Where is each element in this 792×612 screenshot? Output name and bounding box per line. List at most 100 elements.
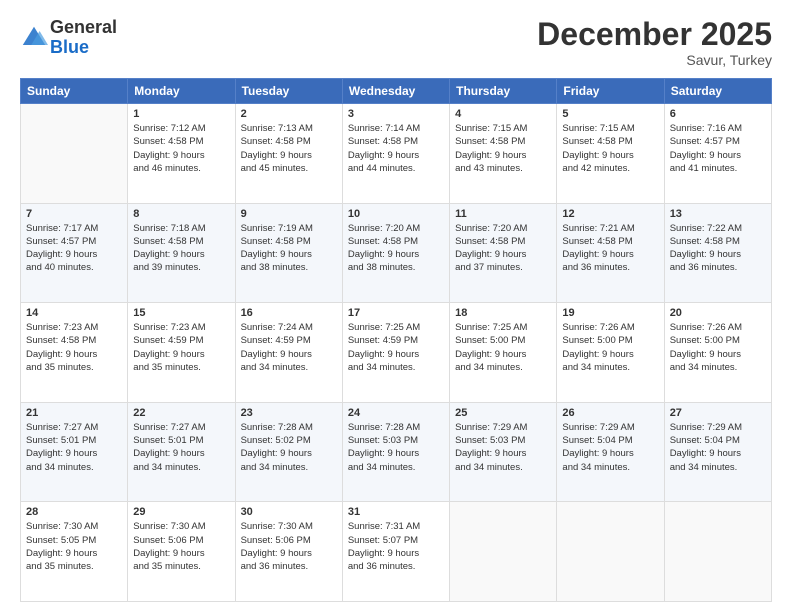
week-row-1: 1Sunrise: 7:12 AM Sunset: 4:58 PM Daylig… [21,104,772,204]
day-number: 11 [455,208,551,220]
col-header-wednesday: Wednesday [342,79,449,104]
day-info: Sunrise: 7:29 AM Sunset: 5:04 PM Dayligh… [670,421,766,474]
day-number: 24 [348,407,444,419]
day-cell: 4 Sunrise: 7:15 AM Sunset: 4:58 PM Daylig… [450,104,557,204]
page: General Blue December 2025 Savur, Turkey… [0,0,792,612]
day-cell: 31 Sunrise: 7:31 AM Sunset: 5:07 PM Dayli… [342,502,449,602]
location-subtitle: Savur, Turkey [537,52,772,68]
logo-general-text: General [50,18,117,38]
header-row: SundayMondayTuesdayWednesdayThursdayFrid… [21,79,772,104]
day-number: 18 [455,307,551,319]
day-number: 1 [133,108,229,120]
day-cell: 5 Sunrise: 7:15 AM Sunset: 4:58 PM Daylig… [557,104,664,204]
day-number: 26 [562,407,658,419]
day-cell: 24 Sunrise: 7:28 AM Sunset: 5:03 PM Dayli… [342,402,449,502]
week-row-5: 28 Sunrise: 7:30 AM Sunset: 5:05 PM Dayli… [21,502,772,602]
day-info: Sunrise: 7:30 AM Sunset: 5:05 PM Dayligh… [26,520,122,573]
day-number: 20 [670,307,766,319]
day-cell [21,104,128,204]
day-info: Sunrise: 7:26 AM Sunset: 5:00 PM Dayligh… [670,321,766,374]
day-info: Sunrise: 7:28 AM Sunset: 5:02 PM Dayligh… [241,421,337,474]
day-number: 29 [133,506,229,518]
day-info: Sunrise: 7:16 AM Sunset: 4:57 PM Dayligh… [670,122,766,175]
day-number: 10 [348,208,444,220]
day-cell: 21Sunrise: 7:27 AM Sunset: 5:01 PM Dayli… [21,402,128,502]
day-number: 2 [241,108,337,120]
day-cell: 14Sunrise: 7:23 AM Sunset: 4:58 PM Dayli… [21,303,128,403]
col-header-monday: Monday [128,79,235,104]
day-info: Sunrise: 7:28 AM Sunset: 5:03 PM Dayligh… [348,421,444,474]
day-info: Sunrise: 7:20 AM Sunset: 4:58 PM Dayligh… [348,222,444,275]
day-number: 12 [562,208,658,220]
col-header-sunday: Sunday [21,79,128,104]
day-number: 21 [26,407,122,419]
week-row-4: 21 Sunrise: 7:27 AM Sunset: 5:01 PM Dayli… [21,402,772,502]
col-header-friday: Friday [557,79,664,104]
day-number: 23 [241,407,337,419]
day-number: 7 [26,208,122,220]
day-cell: 26 Sunrise: 7:29 AM Sunset: 5:04 PM Dayli… [557,402,664,502]
day-info: Sunrise: 7:27 AM Sunset: 5:01 PM Dayligh… [133,421,229,474]
day-info: Sunrise: 7:31 AM Sunset: 5:07 PM Dayligh… [348,520,444,573]
day-info: Sunrise: 7:20 AM Sunset: 4:58 PM Dayligh… [455,222,551,275]
day-number: 17 [348,307,444,319]
day-cell: 7 Sunrise: 7:17 AM Sunset: 4:57 PM Daylig… [21,203,128,303]
day-cell: 11 Sunrise: 7:20 AM Sunset: 4:58 PM Dayli… [450,203,557,303]
day-number: 28 [26,506,122,518]
day-info: Sunrise: 7:26 AM Sunset: 5:00 PM Dayligh… [562,321,658,374]
day-cell: 10 Sunrise: 7:20 AM Sunset: 4:58 PM Dayli… [342,203,449,303]
day-cell: 17 Sunrise: 7:25 AM Sunset: 4:59 PM Dayli… [342,303,449,403]
header: General Blue December 2025 Savur, Turkey [20,18,772,68]
day-info: Sunrise: 7:30 AM Sunset: 5:06 PM Dayligh… [241,520,337,573]
day-number: 3 [348,108,444,120]
day-info: Sunrise: 7:15 AM Sunset: 4:58 PM Dayligh… [562,122,658,175]
calendar-table: SundayMondayTuesdayWednesdayThursdayFrid… [20,78,772,602]
day-cell: 3Sunrise: 7:14 AM Sunset: 4:58 PM Daylig… [342,104,449,204]
day-cell: 9Sunrise: 7:19 AM Sunset: 4:58 PM Daylig… [235,203,342,303]
day-info: Sunrise: 7:23 AM Sunset: 4:59 PM Dayligh… [133,321,229,374]
day-number: 13 [670,208,766,220]
day-number: 6 [670,108,766,120]
day-cell: 8Sunrise: 7:18 AM Sunset: 4:58 PM Daylig… [128,203,235,303]
day-info: Sunrise: 7:18 AM Sunset: 4:58 PM Dayligh… [133,222,229,275]
day-cell: 19 Sunrise: 7:26 AM Sunset: 5:00 PM Dayli… [557,303,664,403]
day-cell: 2 Sunrise: 7:13 AM Sunset: 4:58 PM Daylig… [235,104,342,204]
day-number: 9 [241,208,337,220]
day-number: 30 [241,506,337,518]
day-info: Sunrise: 7:15 AM Sunset: 4:58 PM Dayligh… [455,122,551,175]
month-title: December 2025 [537,18,772,50]
day-cell: 20 Sunrise: 7:26 AM Sunset: 5:00 PM Dayli… [664,303,771,403]
day-info: Sunrise: 7:17 AM Sunset: 4:57 PM Dayligh… [26,222,122,275]
day-number: 31 [348,506,444,518]
day-cell: 25 Sunrise: 7:29 AM Sunset: 5:03 PM Dayli… [450,402,557,502]
day-number: 22 [133,407,229,419]
day-cell: 12 Sunrise: 7:21 AM Sunset: 4:58 PM Dayli… [557,203,664,303]
day-info: Sunrise: 7:25 AM Sunset: 4:59 PM Dayligh… [348,321,444,374]
logo-blue-text: Blue [50,38,117,58]
day-info: Sunrise: 7:29 AM Sunset: 5:04 PM Dayligh… [562,421,658,474]
day-number: 15 [133,307,229,319]
week-row-2: 7 Sunrise: 7:17 AM Sunset: 4:57 PM Daylig… [21,203,772,303]
day-info: Sunrise: 7:29 AM Sunset: 5:03 PM Dayligh… [455,421,551,474]
week-row-3: 14Sunrise: 7:23 AM Sunset: 4:58 PM Dayli… [21,303,772,403]
title-block: December 2025 Savur, Turkey [537,18,772,68]
day-number: 14 [26,307,122,319]
col-header-saturday: Saturday [664,79,771,104]
day-number: 16 [241,307,337,319]
day-cell: 15 Sunrise: 7:23 AM Sunset: 4:59 PM Dayli… [128,303,235,403]
day-cell [664,502,771,602]
day-number: 5 [562,108,658,120]
day-number: 25 [455,407,551,419]
day-cell: 16Sunrise: 7:24 AM Sunset: 4:59 PM Dayli… [235,303,342,403]
col-header-tuesday: Tuesday [235,79,342,104]
day-cell: 27Sunrise: 7:29 AM Sunset: 5:04 PM Dayli… [664,402,771,502]
day-cell: 6 Sunrise: 7:16 AM Sunset: 4:57 PM Daylig… [664,104,771,204]
day-info: Sunrise: 7:13 AM Sunset: 4:58 PM Dayligh… [241,122,337,175]
logo: General Blue [20,18,117,58]
day-cell: 29Sunrise: 7:30 AM Sunset: 5:06 PM Dayli… [128,502,235,602]
day-info: Sunrise: 7:21 AM Sunset: 4:58 PM Dayligh… [562,222,658,275]
day-number: 4 [455,108,551,120]
logo-icon [20,24,48,52]
day-cell [450,502,557,602]
day-number: 19 [562,307,658,319]
